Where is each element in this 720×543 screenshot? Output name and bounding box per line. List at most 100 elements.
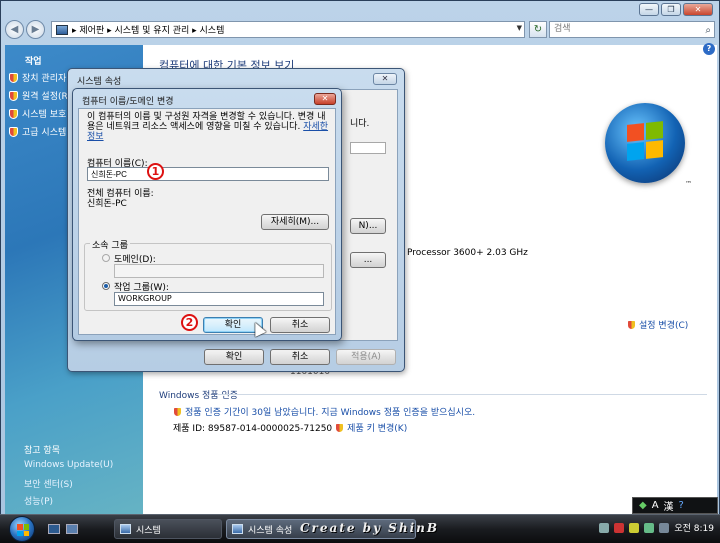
chevron-down-icon[interactable]: ▼: [517, 24, 522, 32]
task-remote-settings[interactable]: 원격 설정(R): [9, 89, 71, 102]
product-id: 제품 ID: 89587-014-0000025-71250: [173, 424, 333, 434]
description-text: 이 컴퓨터의 이름 및 구성원 자격을 변경할 수 있습니다. 변경 내용은 네…: [87, 112, 326, 132]
diamond-icon: ◆: [639, 500, 647, 511]
control-panel-icon: [56, 24, 68, 35]
windows-logo-icon: [605, 103, 685, 183]
power-icon[interactable]: [659, 522, 670, 533]
hanja-button[interactable]: 漢: [664, 498, 674, 513]
callout-step-2: 2: [181, 314, 198, 331]
refresh-button[interactable]: ↻: [529, 21, 547, 38]
workgroup-radio[interactable]: [102, 282, 110, 290]
search-icon[interactable]: ⌕: [705, 23, 711, 38]
address-path: ▸ 제어판 ▸ 시스템 및 유지 관리 ▸ 시스템: [72, 26, 225, 36]
search-input[interactable]: 검색 ⌕: [549, 21, 715, 38]
change-button[interactable]: ...: [350, 252, 386, 268]
performance-link[interactable]: 성능(P): [24, 494, 53, 507]
change-product-key-link[interactable]: 제품 키 변경(K): [347, 421, 407, 434]
volume-icon[interactable]: [644, 522, 655, 533]
back-button[interactable]: ◀: [5, 20, 24, 39]
trademark-mark: ™: [685, 180, 692, 188]
start-button[interactable]: [9, 516, 35, 542]
workgroup-input[interactable]: WORKGROUP: [114, 292, 324, 306]
navigation-bar: ◀ ▶ ▸ 제어판 ▸ 시스템 및 유지 관리 ▸ 시스템 ▼ ↻ 검색 ⌕: [5, 19, 717, 41]
dialog-body: 이 컴퓨터의 이름 및 구성원 자격을 변경할 수 있습니다. 변경 내용은 네…: [78, 108, 336, 335]
show-desktop-icon[interactable]: [48, 524, 60, 534]
dialog-description: 이 컴퓨터의 이름 및 구성원 자격을 변경할 수 있습니다. 변경 내용은 네…: [87, 112, 333, 142]
network-id-button[interactable]: N)...: [350, 218, 386, 234]
cancel-button[interactable]: 취소: [270, 349, 330, 365]
full-name-value: 신희돈-PC: [87, 199, 127, 209]
activation-notice-link[interactable]: 정품 인증 기간이 30일 남았습니다. 지금 Windows 정품 인증을 받…: [173, 405, 475, 418]
help-icon[interactable]: ?: [703, 43, 715, 55]
window-icon: [232, 524, 243, 534]
shield-icon: [9, 72, 18, 83]
address-bar[interactable]: ▸ 제어판 ▸ 시스템 및 유지 관리 ▸ 시스템 ▼: [51, 21, 525, 38]
shield-icon: [627, 319, 636, 330]
settings-change-link[interactable]: 설정 변경(C): [627, 318, 688, 331]
obscured-text: 니다.: [350, 119, 370, 129]
forward-button[interactable]: ▶: [26, 20, 45, 39]
refresh-icon: ↻: [533, 24, 543, 35]
dialog-title: 컴퓨터 이름/도메인 변경: [82, 97, 174, 107]
task-label: 원격 설정(R): [22, 92, 72, 102]
clock[interactable]: 오전 8:19: [674, 521, 714, 534]
section-divider: [217, 394, 707, 395]
close-button[interactable]: ✕: [373, 73, 397, 85]
maximize-button[interactable]: ❐: [661, 3, 681, 16]
taskbar-item-system[interactable]: 시스템: [114, 519, 222, 539]
window-controls: — ❐ ✕: [639, 3, 713, 16]
search-placeholder: 검색: [554, 24, 571, 34]
network-icon[interactable]: [599, 522, 610, 533]
arrow-right-icon: ▶: [31, 24, 40, 35]
domain-radio[interactable]: [102, 254, 110, 262]
language-mode[interactable]: A: [652, 500, 659, 511]
apply-button[interactable]: 적용(A): [336, 349, 396, 365]
system-tray: 오전 8:19: [599, 521, 714, 534]
task-label: 고급 시스템: [22, 128, 67, 138]
task-advanced-system[interactable]: 고급 시스템: [9, 125, 66, 138]
help-icon[interactable]: ?: [679, 500, 684, 511]
language-bar[interactable]: ◆ A 漢 ?: [632, 497, 718, 514]
taskbar: 시스템 시스템 속성 Create by ShinB 오전 8:19: [0, 514, 720, 543]
task-label: 시스템 속성: [248, 525, 293, 536]
switch-windows-icon[interactable]: [66, 524, 78, 534]
task-system-protection[interactable]: 시스템 보호: [9, 107, 66, 120]
ok-button[interactable]: 확인: [204, 349, 264, 365]
more-button[interactable]: 자세히(M)...: [261, 214, 329, 230]
watermark: Create by ShinB: [300, 521, 439, 535]
shield-icon: [9, 90, 18, 101]
security-icon[interactable]: [614, 522, 625, 533]
see-also-title: 참고 항목: [24, 446, 60, 456]
processor-info: Processor 3600+ 2.03 GHz: [407, 248, 528, 258]
minimize-button[interactable]: —: [639, 3, 659, 16]
arrow-left-icon: ◀: [10, 24, 19, 35]
security-center-link[interactable]: 보안 센터(S): [24, 477, 73, 490]
window-icon: [120, 524, 131, 534]
task-label: 장치 관리자: [22, 74, 67, 84]
activation-notice: 정품 인증 기간이 30일 남았습니다. 지금 Windows 정품 인증을 받…: [185, 408, 476, 418]
shield-icon: [9, 126, 18, 137]
task-device-manager[interactable]: 장치 관리자: [9, 71, 66, 84]
product-id-row: 제품 ID: 89587-014-0000025-71250 제품 키 변경(K…: [173, 421, 407, 434]
group-title: 소속 그룹: [90, 238, 130, 251]
shield-icon: [9, 108, 18, 119]
member-of-group: 소속 그룹 도메인(D): 작업 그룹(W): WORKGROUP: [84, 238, 332, 311]
cancel-button[interactable]: 취소: [270, 317, 330, 333]
windows-update-link[interactable]: Windows Update(U): [24, 460, 113, 470]
settings-change-label: 설정 변경(C): [639, 321, 689, 331]
close-button[interactable]: ✕: [314, 93, 336, 105]
computer-name-change-dialog: 컴퓨터 이름/도메인 변경 ✕ 이 컴퓨터의 이름 및 구성원 자격을 변경할 …: [72, 88, 342, 341]
callout-step-1: 1: [147, 163, 164, 180]
close-button[interactable]: ✕: [683, 3, 713, 16]
computer-name-input[interactable]: [87, 167, 329, 181]
help-row: ?: [5, 43, 717, 57]
task-label: 시스템: [136, 525, 161, 536]
obscured-field: [350, 142, 386, 154]
task-label: 시스템 보호: [22, 110, 67, 120]
dialog-title: 시스템 속성: [77, 77, 122, 87]
domain-input[interactable]: [114, 264, 324, 278]
windows-logo-icon: [17, 524, 29, 536]
shield-icon: [173, 406, 182, 417]
shield-icon[interactable]: [629, 522, 640, 533]
shield-icon: [335, 422, 345, 433]
